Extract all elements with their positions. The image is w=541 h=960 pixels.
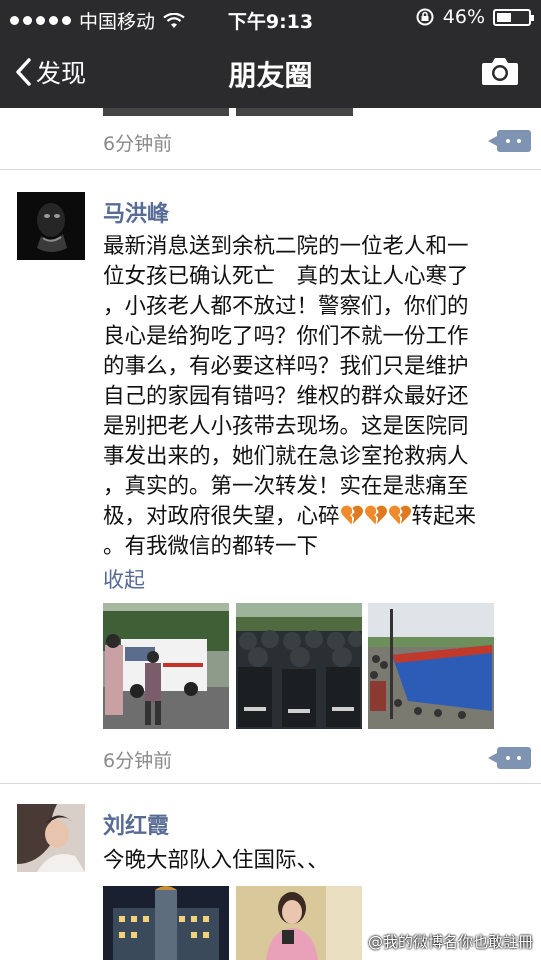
post-divider: [0, 169, 541, 170]
post-divider: [0, 783, 541, 784]
collapse-link[interactable]: 收起: [103, 564, 145, 594]
rotation-lock-icon: [416, 8, 434, 26]
post-text-line: 。有我微信的都转一下: [103, 534, 319, 559]
comment-button[interactable]: [488, 747, 531, 769]
post-photo[interactable]: [368, 603, 494, 729]
post-text-line: ，小孩老人都不放过！警察们，你们的: [103, 294, 469, 319]
post-text-line: 最新消息送到余杭二院的一位老人和一: [103, 234, 469, 259]
nav-bar: 发现 朋友圈: [0, 36, 541, 108]
post-photo[interactable]: [103, 603, 229, 729]
post-text-segment: 转起来: [411, 504, 477, 529]
post-text: 最新消息送到余杭二院的一位老人和一 位女孩已确认死亡 真的太让人心寒了 ，小孩老…: [103, 232, 528, 562]
author-name[interactable]: 刘红霞: [103, 808, 169, 840]
page-title: 朋友圈: [228, 59, 313, 92]
post-photo[interactable]: [236, 886, 362, 960]
broken-heart-icon: [388, 505, 411, 526]
post-time: 6分钟前: [103, 133, 173, 155]
camera-icon: [482, 58, 518, 85]
post-text-line: 极，对政府很失望，心碎 转起来: [103, 502, 528, 532]
broken-heart-icon: [364, 505, 387, 526]
author-name[interactable]: 马洪峰: [103, 196, 169, 228]
post-text-line: 的事么，有必要这样吗？我们只是维护: [103, 354, 469, 379]
moments-feed[interactable]: 6分钟前 马洪峰 最新消息送到余杭二院的一位老人和一 位女孩已确认死亡 真的太让…: [0, 108, 541, 960]
comment-button[interactable]: [488, 130, 531, 152]
battery-icon: [493, 8, 534, 26]
post-text-line: 位女孩已确认死亡 真的太让人心寒了: [103, 264, 469, 289]
camera-button[interactable]: [481, 56, 519, 90]
broken-heart-icon: [340, 505, 363, 526]
previous-post-photo[interactable]: [236, 108, 353, 116]
post-time: 6分钟前: [103, 750, 173, 772]
post-text-line: 事发出来的，她们就在急诊室抢救病人: [103, 444, 469, 469]
post-text-line: 良心是给狗吃了吗？你们不就一份工作: [103, 324, 469, 349]
previous-post-photo[interactable]: [103, 108, 229, 116]
post-text-line: ，真实的。第一次转发！实在是悲痛至: [103, 474, 469, 499]
post-photo[interactable]: [236, 603, 362, 729]
post-text-line: 自己的家园有错吗？维权的群众最好还: [103, 384, 469, 409]
post-text: 今晚大部队入住国际、、: [103, 848, 329, 873]
avatar[interactable]: [17, 192, 85, 260]
watermark: @我的微博名你也敢註冊: [367, 933, 533, 951]
status-bar: 中国移动 下午9:13 46%: [0, 0, 541, 36]
battery-percent: 46%: [442, 6, 485, 28]
avatar[interactable]: [17, 804, 85, 872]
post-text-line: 是别把老人小孩带去现场。这是医院同: [103, 414, 469, 439]
post-photo[interactable]: [103, 886, 229, 960]
post-text-segment: 极，对政府很失望，心碎: [103, 504, 340, 529]
